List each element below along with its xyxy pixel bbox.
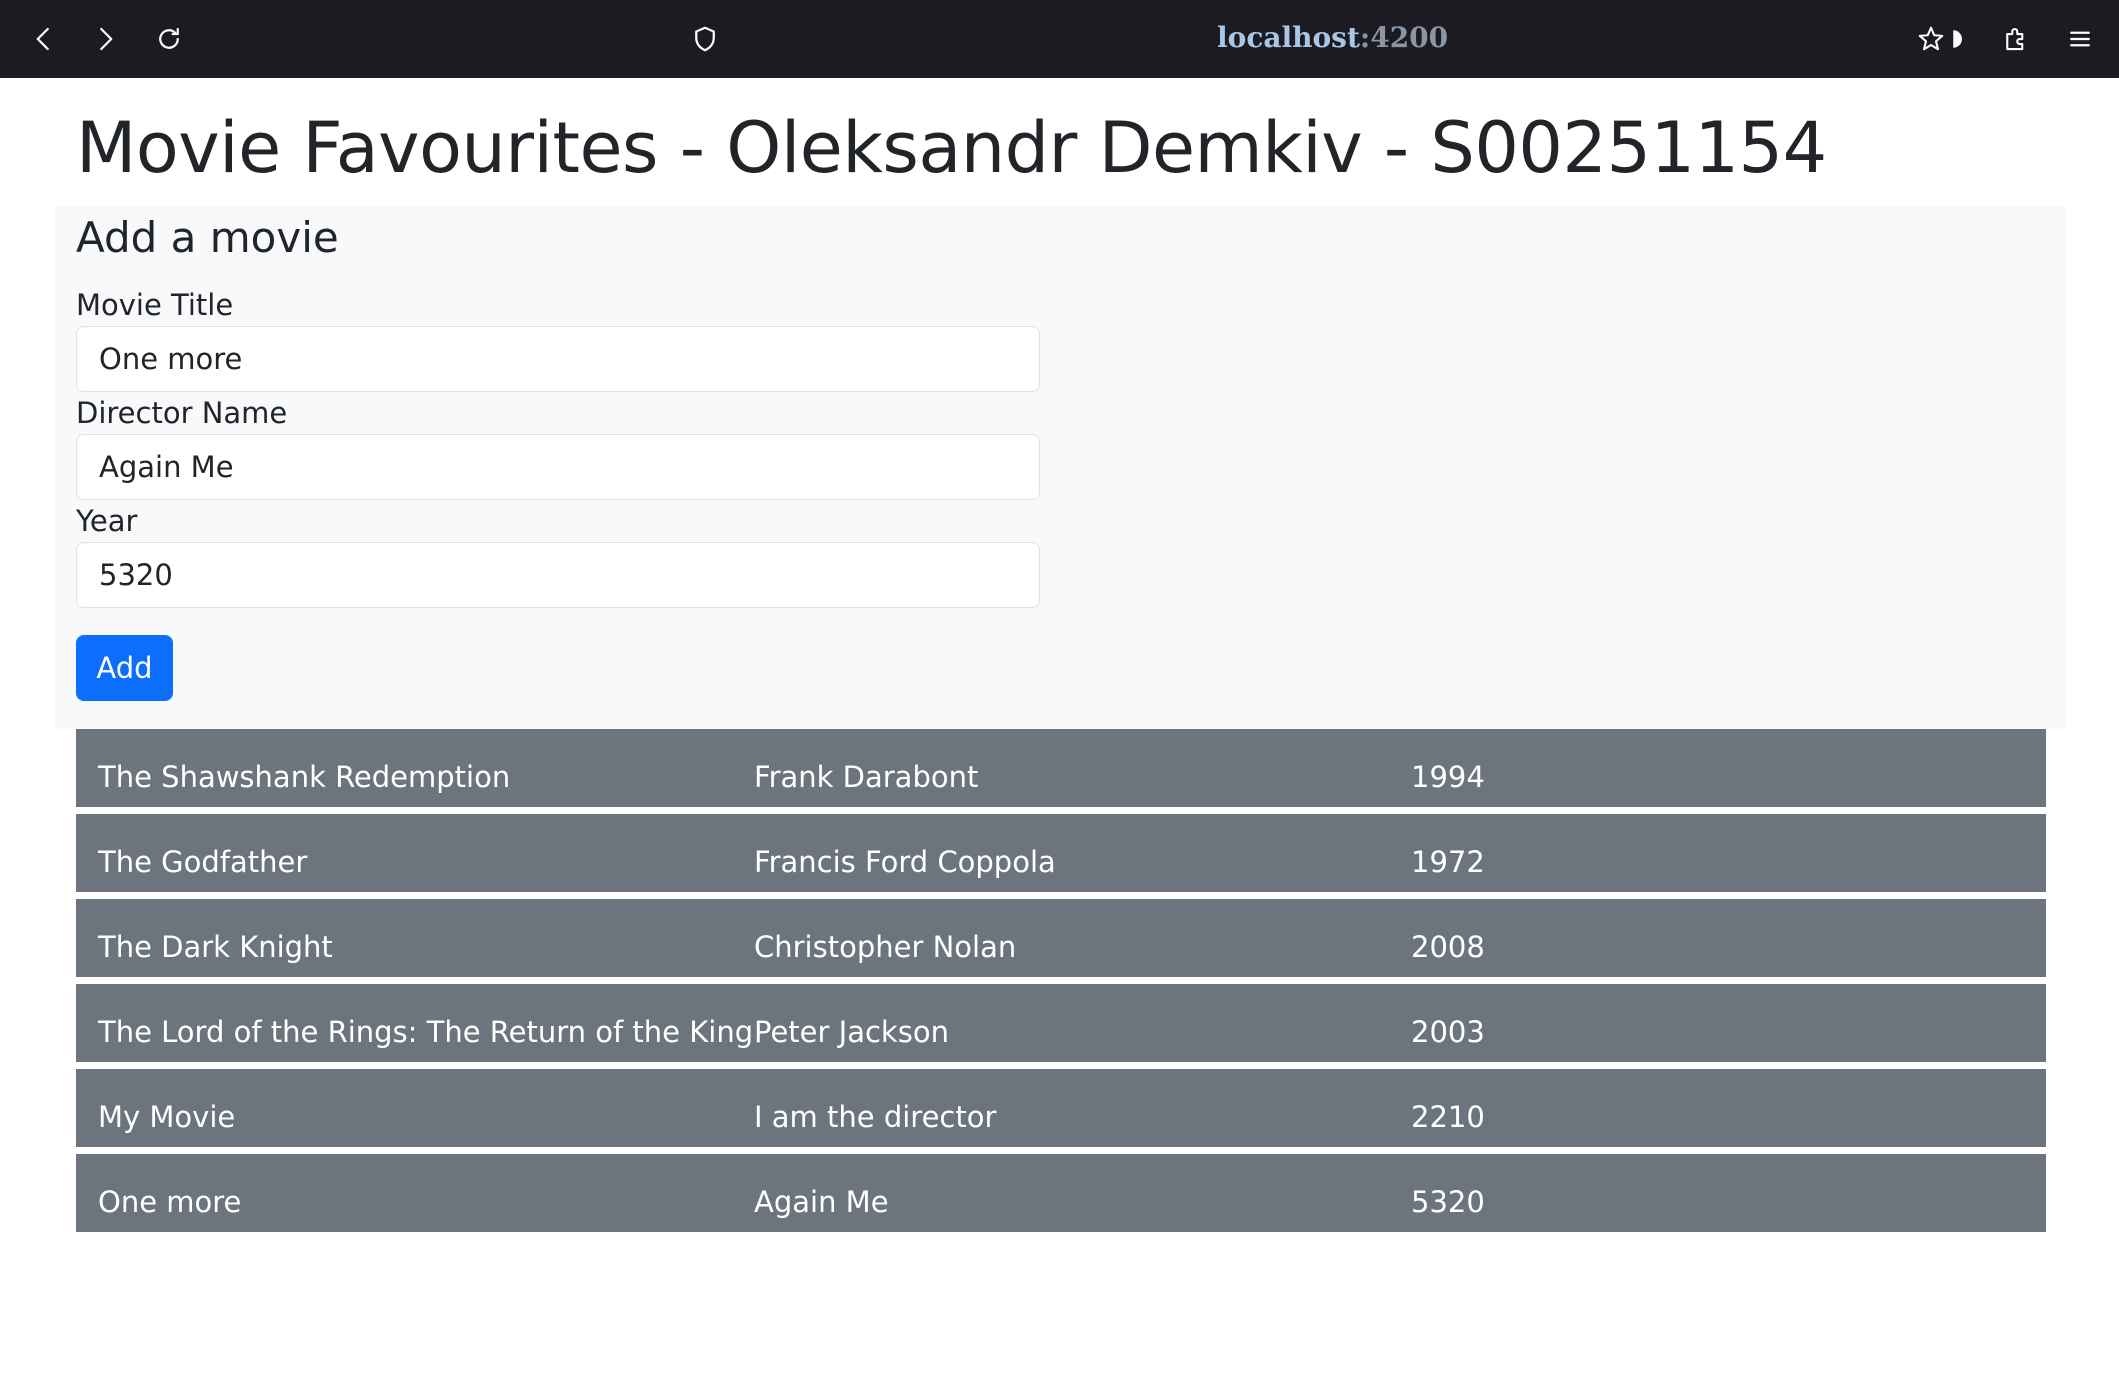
- url-bar[interactable]: localhost:4200: [1217, 18, 1448, 58]
- movie-title-cell: The Lord of the Rings: The Return of the…: [98, 1015, 754, 1049]
- extensions-icon[interactable]: [1992, 15, 2040, 63]
- movie-director-cell: Christopher Nolan: [754, 930, 1017, 964]
- movie-row: The Shawshank Redemption Frank Darabont …: [76, 729, 2046, 807]
- reload-icon[interactable]: [145, 15, 193, 63]
- movie-row: The Godfather Francis Ford Coppola 1972: [76, 814, 2046, 892]
- shield-icon[interactable]: [681, 15, 729, 63]
- movie-title-input[interactable]: [76, 326, 1040, 392]
- movie-title-cell: One more: [98, 1185, 242, 1219]
- movie-director-cell: Peter Jackson: [754, 1015, 949, 1049]
- movie-list: The Shawshank Redemption Frank Darabont …: [76, 729, 2046, 1239]
- forward-icon[interactable]: [81, 15, 129, 63]
- url-host: localhost: [1217, 21, 1360, 54]
- add-movie-heading: Add a movie: [76, 213, 339, 262]
- movie-director-cell: Again Me: [754, 1185, 889, 1219]
- movie-row: The Lord of the Rings: The Return of the…: [76, 984, 2046, 1062]
- movie-year-cell: 5320: [1411, 1185, 1485, 1219]
- back-icon[interactable]: [20, 15, 68, 63]
- movie-title-cell: The Godfather: [98, 845, 308, 879]
- movie-title-cell: My Movie: [98, 1100, 236, 1134]
- half-moon-icon: [1945, 15, 1969, 63]
- movie-year-cell: 1972: [1411, 845, 1485, 879]
- page-title: Movie Favourites - Oleksandr Demkiv - S0…: [76, 107, 1827, 189]
- director-name-input[interactable]: [76, 434, 1040, 500]
- movie-year-cell: 2008: [1411, 930, 1485, 964]
- movie-director-cell: Francis Ford Coppola: [754, 845, 1056, 879]
- year-input[interactable]: [76, 542, 1040, 608]
- add-button[interactable]: Add: [76, 635, 173, 701]
- browser-toolbar: localhost:4200: [0, 0, 2119, 78]
- movie-year-cell: 1994: [1411, 760, 1485, 794]
- movie-row: The Dark Knight Christopher Nolan 2008: [76, 899, 2046, 977]
- movie-row: My Movie I am the director 2210: [76, 1069, 2046, 1147]
- movie-director-cell: I am the director: [754, 1100, 997, 1134]
- year-label: Year: [76, 504, 138, 538]
- movie-title-cell: The Shawshank Redemption: [98, 760, 511, 794]
- movie-title-label: Movie Title: [76, 288, 234, 322]
- movie-row: One more Again Me 5320: [76, 1154, 2046, 1232]
- url-port: :4200: [1359, 21, 1449, 54]
- movie-title-cell: The Dark Knight: [98, 930, 333, 964]
- menu-icon[interactable]: [2056, 15, 2104, 63]
- movie-director-cell: Frank Darabont: [754, 760, 979, 794]
- movie-year-cell: 2003: [1411, 1015, 1485, 1049]
- movie-year-cell: 2210: [1411, 1100, 1485, 1134]
- director-name-label: Director Name: [76, 396, 288, 430]
